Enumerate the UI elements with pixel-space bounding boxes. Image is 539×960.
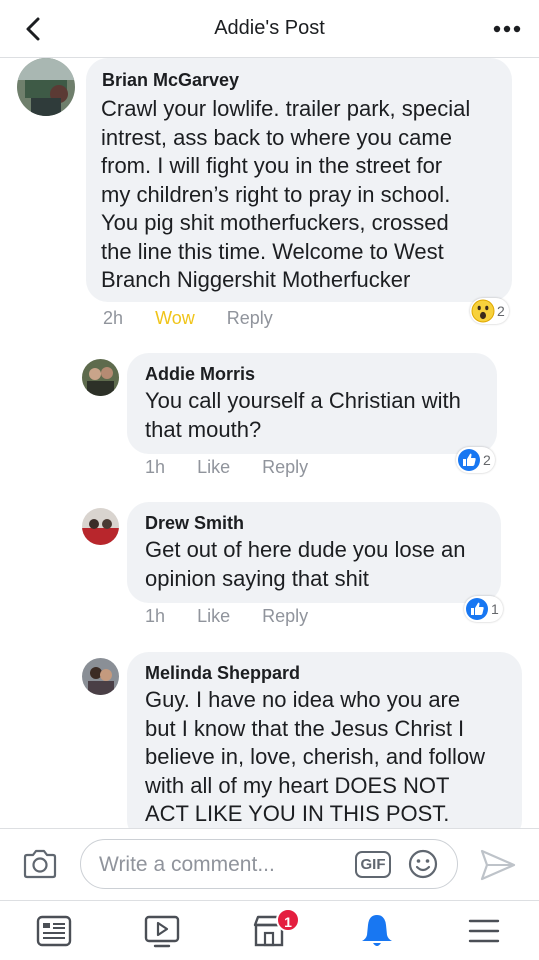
reply-button[interactable]: Reply [262,606,308,626]
emoji-icon[interactable] [407,848,439,880]
comment-text-line: ACT LIKE YOU IN THIS POST. [145,801,450,826]
reaction-count: 2 [483,452,491,468]
comment-text-line: intrest, ass back to where you came [101,124,452,150]
bottom-tab-bar [0,900,539,960]
reaction-count: 1 [491,601,499,617]
news-feed-icon[interactable] [32,909,76,953]
comment-text-line: the line this time. Welcome to West [101,238,444,264]
comment-text-line: opinion saying that shit [145,566,369,591]
comment-text-line: Crawl your lowlife. trailer park, specia… [101,96,471,121]
comment-composer: Write a comment... GIF [0,828,539,900]
comment-text-line: You pig shit motherfuckers, crossed [101,210,449,235]
reply-button[interactable]: Reply [227,308,273,328]
like-thumb-icon [466,598,488,620]
send-icon[interactable] [478,847,518,883]
avatar[interactable] [82,359,119,396]
comment-text-line: Guy. I have no idea who you are [145,687,461,712]
notification-badge: 1 [276,908,300,932]
comment-text-line: but I know that the Jesus Christ I [145,715,465,741]
notifications-bell-icon[interactable] [355,909,399,953]
comment-input[interactable]: Write a comment... GIF [80,839,458,889]
reply-button[interactable]: Reply [262,457,308,477]
comment-author[interactable]: Brian McGarvey [102,70,239,91]
gif-label: GIF [360,856,386,873]
comment-author[interactable]: Melinda Sheppard [145,663,300,684]
comment-input-placeholder: Write a comment... [99,853,275,876]
page-title: Addie's Post [214,17,325,39]
comment-text-line: You call yourself a Christian with [145,388,461,413]
comment-timestamp: 2h [103,308,124,328]
avatar[interactable] [17,58,75,116]
reaction-summary[interactable]: 1 [464,596,503,622]
top-bar: Addie's Post [0,0,539,58]
reaction-summary[interactable]: 2 [470,298,509,324]
camera-icon[interactable] [22,847,58,881]
comment-text-line: Branch Niggershit Motherfucker [101,267,411,292]
comment-timestamp: 1h [145,606,166,626]
comment-text-line: believe in, love, cherish, and follow [145,744,485,769]
comment-author[interactable]: Addie Morris [145,364,255,385]
reaction-summary[interactable]: 2 [456,447,495,473]
comment-text-line: my children’s right to pray in school. [101,181,451,207]
comment-text-line: Get out of here dude you lose an [145,537,466,562]
comment-text-line: from. I will fight you in the street for [101,153,443,178]
comment-meta: 2h Wow Reply [103,308,273,329]
more-options-icon[interactable] [489,14,525,44]
like-thumb-icon [458,449,480,471]
comment-author[interactable]: Drew Smith [145,513,244,534]
like-button[interactable]: Like [197,606,230,626]
wow-reaction-button[interactable]: Wow [155,308,195,328]
comment-text-line: with all of my heart DOES NOT [145,772,450,798]
avatar[interactable] [82,658,119,695]
avatar[interactable] [82,508,119,545]
gif-button[interactable]: GIF [355,851,391,878]
comment-timestamp: 1h [145,457,166,477]
like-button[interactable]: Like [197,457,230,477]
reaction-count: 2 [497,303,505,319]
comment-meta: 1h Like Reply [145,457,308,478]
comment-text-line: that mouth? [145,417,262,442]
wow-emoji-icon [471,299,495,323]
watch-video-icon[interactable] [140,909,184,953]
menu-hamburger-icon[interactable] [462,909,506,953]
comment-meta: 1h Like Reply [145,606,308,627]
